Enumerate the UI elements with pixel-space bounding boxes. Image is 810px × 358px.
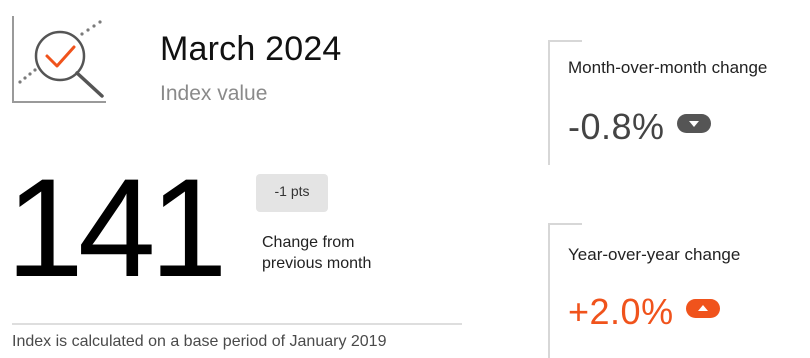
change-badge: -1 pts — [256, 174, 328, 212]
page-title: March 2024 — [160, 30, 342, 68]
page-subtitle: Index value — [160, 82, 268, 105]
yoy-value-text: +2.0% — [568, 291, 674, 332]
mom-label: Month-over-month change — [568, 58, 768, 77]
yoy-value: +2.0% — [568, 291, 720, 333]
mom-value: -0.8% — [568, 106, 711, 148]
magnifier-check-chart-icon — [12, 14, 108, 104]
yoy-card: Year-over-year change +2.0% — [548, 223, 810, 358]
trend-up-icon — [685, 299, 720, 318]
yoy-label: Year-over-year change — [568, 245, 741, 264]
mom-value-text: -0.8% — [568, 106, 665, 147]
footnote: Index is calculated on a base period of … — [12, 333, 387, 350]
change-badge-text: -1 pts — [274, 183, 310, 199]
trend-down-icon — [676, 114, 711, 133]
card-border-tick — [548, 223, 582, 225]
card-border — [548, 40, 550, 165]
index-value: 141 — [6, 149, 228, 306]
divider — [12, 323, 462, 325]
card-border-tick — [548, 40, 582, 42]
mom-card: Month-over-month change -0.8% — [548, 40, 810, 165]
card-border — [548, 223, 550, 358]
change-caption: Change from previous month — [262, 234, 372, 272]
